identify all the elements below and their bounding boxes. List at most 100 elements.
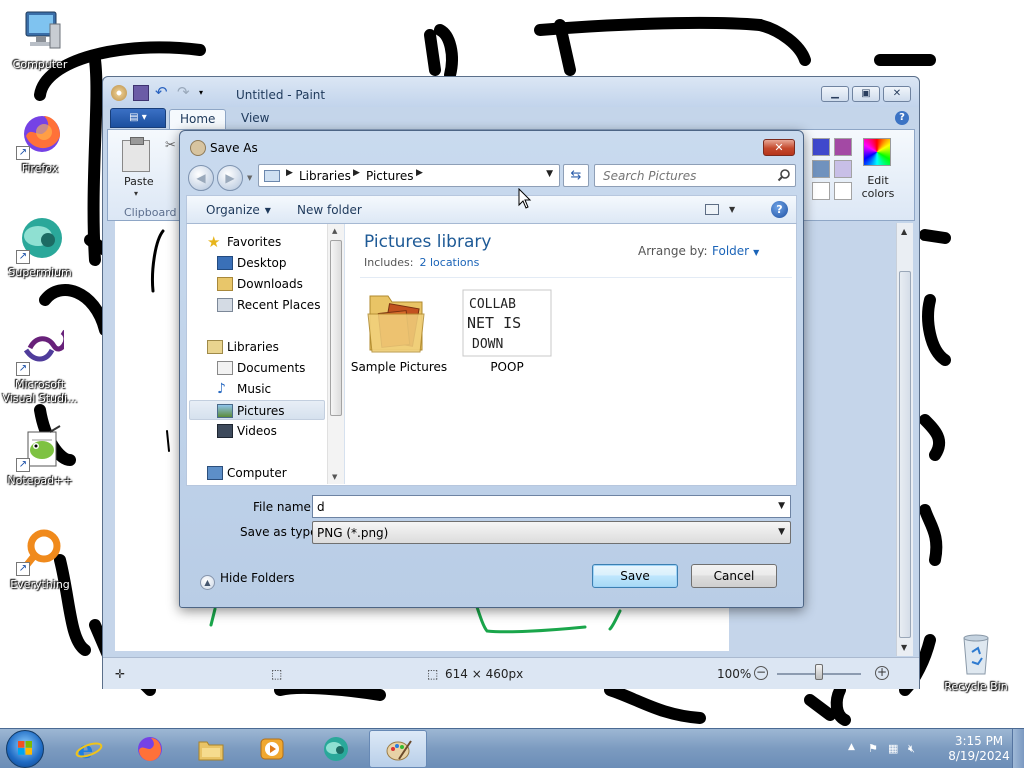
breadcrumb-separator-icon[interactable]: ▶: [416, 168, 423, 178]
taskbar-paint[interactable]: [369, 730, 427, 768]
taskbar-supermium[interactable]: [307, 730, 365, 768]
paste-button-label[interactable]: Paste: [124, 175, 154, 188]
nav-libraries[interactable]: Libraries: [189, 337, 325, 357]
search-input[interactable]: [595, 165, 775, 186]
arrange-by-dropdown[interactable]: Folder ▼: [712, 244, 759, 259]
tab-view[interactable]: View: [231, 109, 279, 129]
color-swatch[interactable]: [812, 138, 830, 156]
address-dropdown-icon[interactable]: ▼: [546, 169, 553, 179]
scrollbar-thumb[interactable]: [899, 271, 911, 638]
system-clock[interactable]: 3:15 PM 8/19/2024: [946, 734, 1012, 764]
nav-recent-places[interactable]: Recent Places: [189, 295, 325, 315]
zoom-out-icon[interactable]: −: [754, 666, 768, 680]
minimize-button[interactable]: ▁: [821, 86, 849, 102]
start-button[interactable]: [6, 730, 44, 768]
nav-desktop[interactable]: Desktop: [189, 253, 325, 273]
redo-icon[interactable]: ↷: [177, 85, 193, 101]
color-swatch[interactable]: [834, 160, 852, 178]
search-box[interactable]: [594, 164, 796, 187]
scroll-up-icon[interactable]: ▲: [332, 227, 337, 235]
save-icon[interactable]: [133, 85, 149, 101]
color-palette-icon[interactable]: [863, 138, 891, 166]
color-swatch[interactable]: [834, 182, 852, 200]
paint-menu-button[interactable]: ▤ ▾: [110, 108, 166, 128]
desktop-icon-visual-studio[interactable]: ↗ Microsoft Visual Studi...: [0, 328, 80, 406]
nav-pane-scrollbar[interactable]: ▲ ▼: [327, 224, 344, 484]
zoom-in-icon[interactable]: +: [875, 666, 889, 680]
file-item-poop[interactable]: COLLAB NET IS DOWN POOP: [457, 284, 557, 374]
volume-muted-icon[interactable]: 🔇︎: [908, 742, 922, 756]
nav-pictures[interactable]: Pictures: [189, 400, 325, 420]
file-name-combobox[interactable]: ▼: [312, 495, 791, 518]
maximize-button[interactable]: ▣: [852, 86, 880, 102]
save-button[interactable]: Save: [592, 564, 678, 588]
canvas-vertical-scrollbar[interactable]: ▲ ▼: [896, 223, 913, 656]
chevron-down-icon[interactable]: ▼: [778, 501, 785, 511]
taskbar-firefox[interactable]: [121, 730, 179, 768]
locations-link[interactable]: 2 locations: [419, 256, 479, 269]
tab-home[interactable]: Home: [169, 109, 227, 129]
scroll-up-icon[interactable]: ▲: [901, 227, 907, 236]
taskbar-media-player[interactable]: [243, 730, 301, 768]
refresh-button[interactable]: ⇆: [563, 164, 589, 187]
file-item-sample-pictures[interactable]: Sample Pictures: [349, 284, 449, 374]
help-icon[interactable]: ?: [895, 111, 909, 125]
desktop-icon-firefox[interactable]: ↗ Firefox: [0, 112, 80, 176]
desktop-icon-computer[interactable]: Computer: [0, 8, 80, 72]
show-hidden-icons-icon[interactable]: ▲: [848, 742, 862, 756]
paint-app-icon[interactable]: [111, 85, 127, 101]
paint-titlebar[interactable]: ↶ ↷ ▾ Untitled - Paint ▁ ▣ ✕: [103, 77, 919, 107]
address-bar[interactable]: ▶ Libraries ▶ Pictures ▶ ▼: [258, 164, 560, 187]
edit-colors-button-label[interactable]: Edit colors: [856, 174, 900, 200]
breadcrumb-separator-icon[interactable]: ▶: [286, 168, 293, 178]
new-folder-button[interactable]: New folder: [297, 203, 362, 217]
recent-locations-icon[interactable]: ▼: [247, 174, 252, 182]
change-view-icon[interactable]: [705, 204, 719, 215]
back-button[interactable]: ◀: [188, 165, 214, 191]
network-icon[interactable]: ▦: [888, 742, 902, 756]
folder-icon: [198, 741, 224, 761]
view-options-icon[interactable]: ▼: [729, 205, 735, 214]
zoom-slider-thumb[interactable]: [815, 664, 823, 680]
help-icon[interactable]: ?: [771, 201, 788, 218]
taskbar-windows-explorer[interactable]: [182, 730, 240, 768]
close-window-button[interactable]: ✕: [883, 86, 911, 102]
scroll-down-icon[interactable]: ▼: [332, 473, 337, 481]
breadcrumb-pictures[interactable]: Pictures: [366, 169, 414, 183]
scrollbar-thumb[interactable]: [330, 240, 342, 416]
breadcrumb-separator-icon[interactable]: ▶: [353, 168, 360, 178]
forward-button[interactable]: ▶: [217, 165, 243, 191]
nav-documents[interactable]: Documents: [189, 358, 325, 378]
nav-downloads[interactable]: Downloads: [189, 274, 325, 294]
nav-favorites[interactable]: ★ Favorites: [189, 232, 325, 252]
file-name-input[interactable]: [313, 496, 768, 517]
nav-videos[interactable]: Videos: [189, 421, 325, 441]
hide-folders-button[interactable]: ▲ Hide Folders: [200, 571, 295, 590]
paste-icon[interactable]: [122, 137, 150, 172]
scroll-down-icon[interactable]: ▼: [901, 643, 907, 652]
undo-icon[interactable]: ↶: [155, 85, 171, 101]
color-swatch[interactable]: [812, 182, 830, 200]
color-swatch[interactable]: [812, 160, 830, 178]
nav-music[interactable]: ♪ Music: [189, 379, 325, 399]
breadcrumb-libraries[interactable]: Libraries: [299, 169, 351, 183]
desktop-icon-everything[interactable]: ↗ Everything: [0, 528, 80, 592]
desktop-icon-supermium[interactable]: ↗ Supermium: [0, 216, 80, 280]
paste-dropdown-icon[interactable]: ▾: [134, 189, 138, 198]
cancel-button[interactable]: Cancel: [691, 564, 777, 588]
organize-menu[interactable]: Organize ▼: [206, 203, 271, 217]
action-center-flag-icon[interactable]: ⚑: [868, 742, 882, 756]
taskbar-internet-explorer[interactable]: e: [60, 730, 118, 768]
cut-icon[interactable]: ✂: [165, 138, 176, 153]
desktop-icon-notepadpp[interactable]: ↗ Notepad++: [0, 424, 80, 488]
library-title: Pictures library: [364, 232, 492, 252]
nav-computer[interactable]: Computer: [189, 463, 325, 483]
dialog-close-button[interactable]: ✕: [763, 139, 795, 156]
color-swatch[interactable]: [834, 138, 852, 156]
show-desktop-button[interactable]: [1012, 729, 1024, 768]
customize-qat-icon[interactable]: ▾: [199, 85, 215, 101]
chevron-down-icon[interactable]: ▼: [778, 527, 785, 537]
search-icon[interactable]: [777, 168, 791, 182]
desktop-icon-recycle-bin[interactable]: Recycle Bin: [936, 630, 1016, 694]
save-as-type-select[interactable]: PNG (*.png) ▼: [312, 521, 791, 544]
